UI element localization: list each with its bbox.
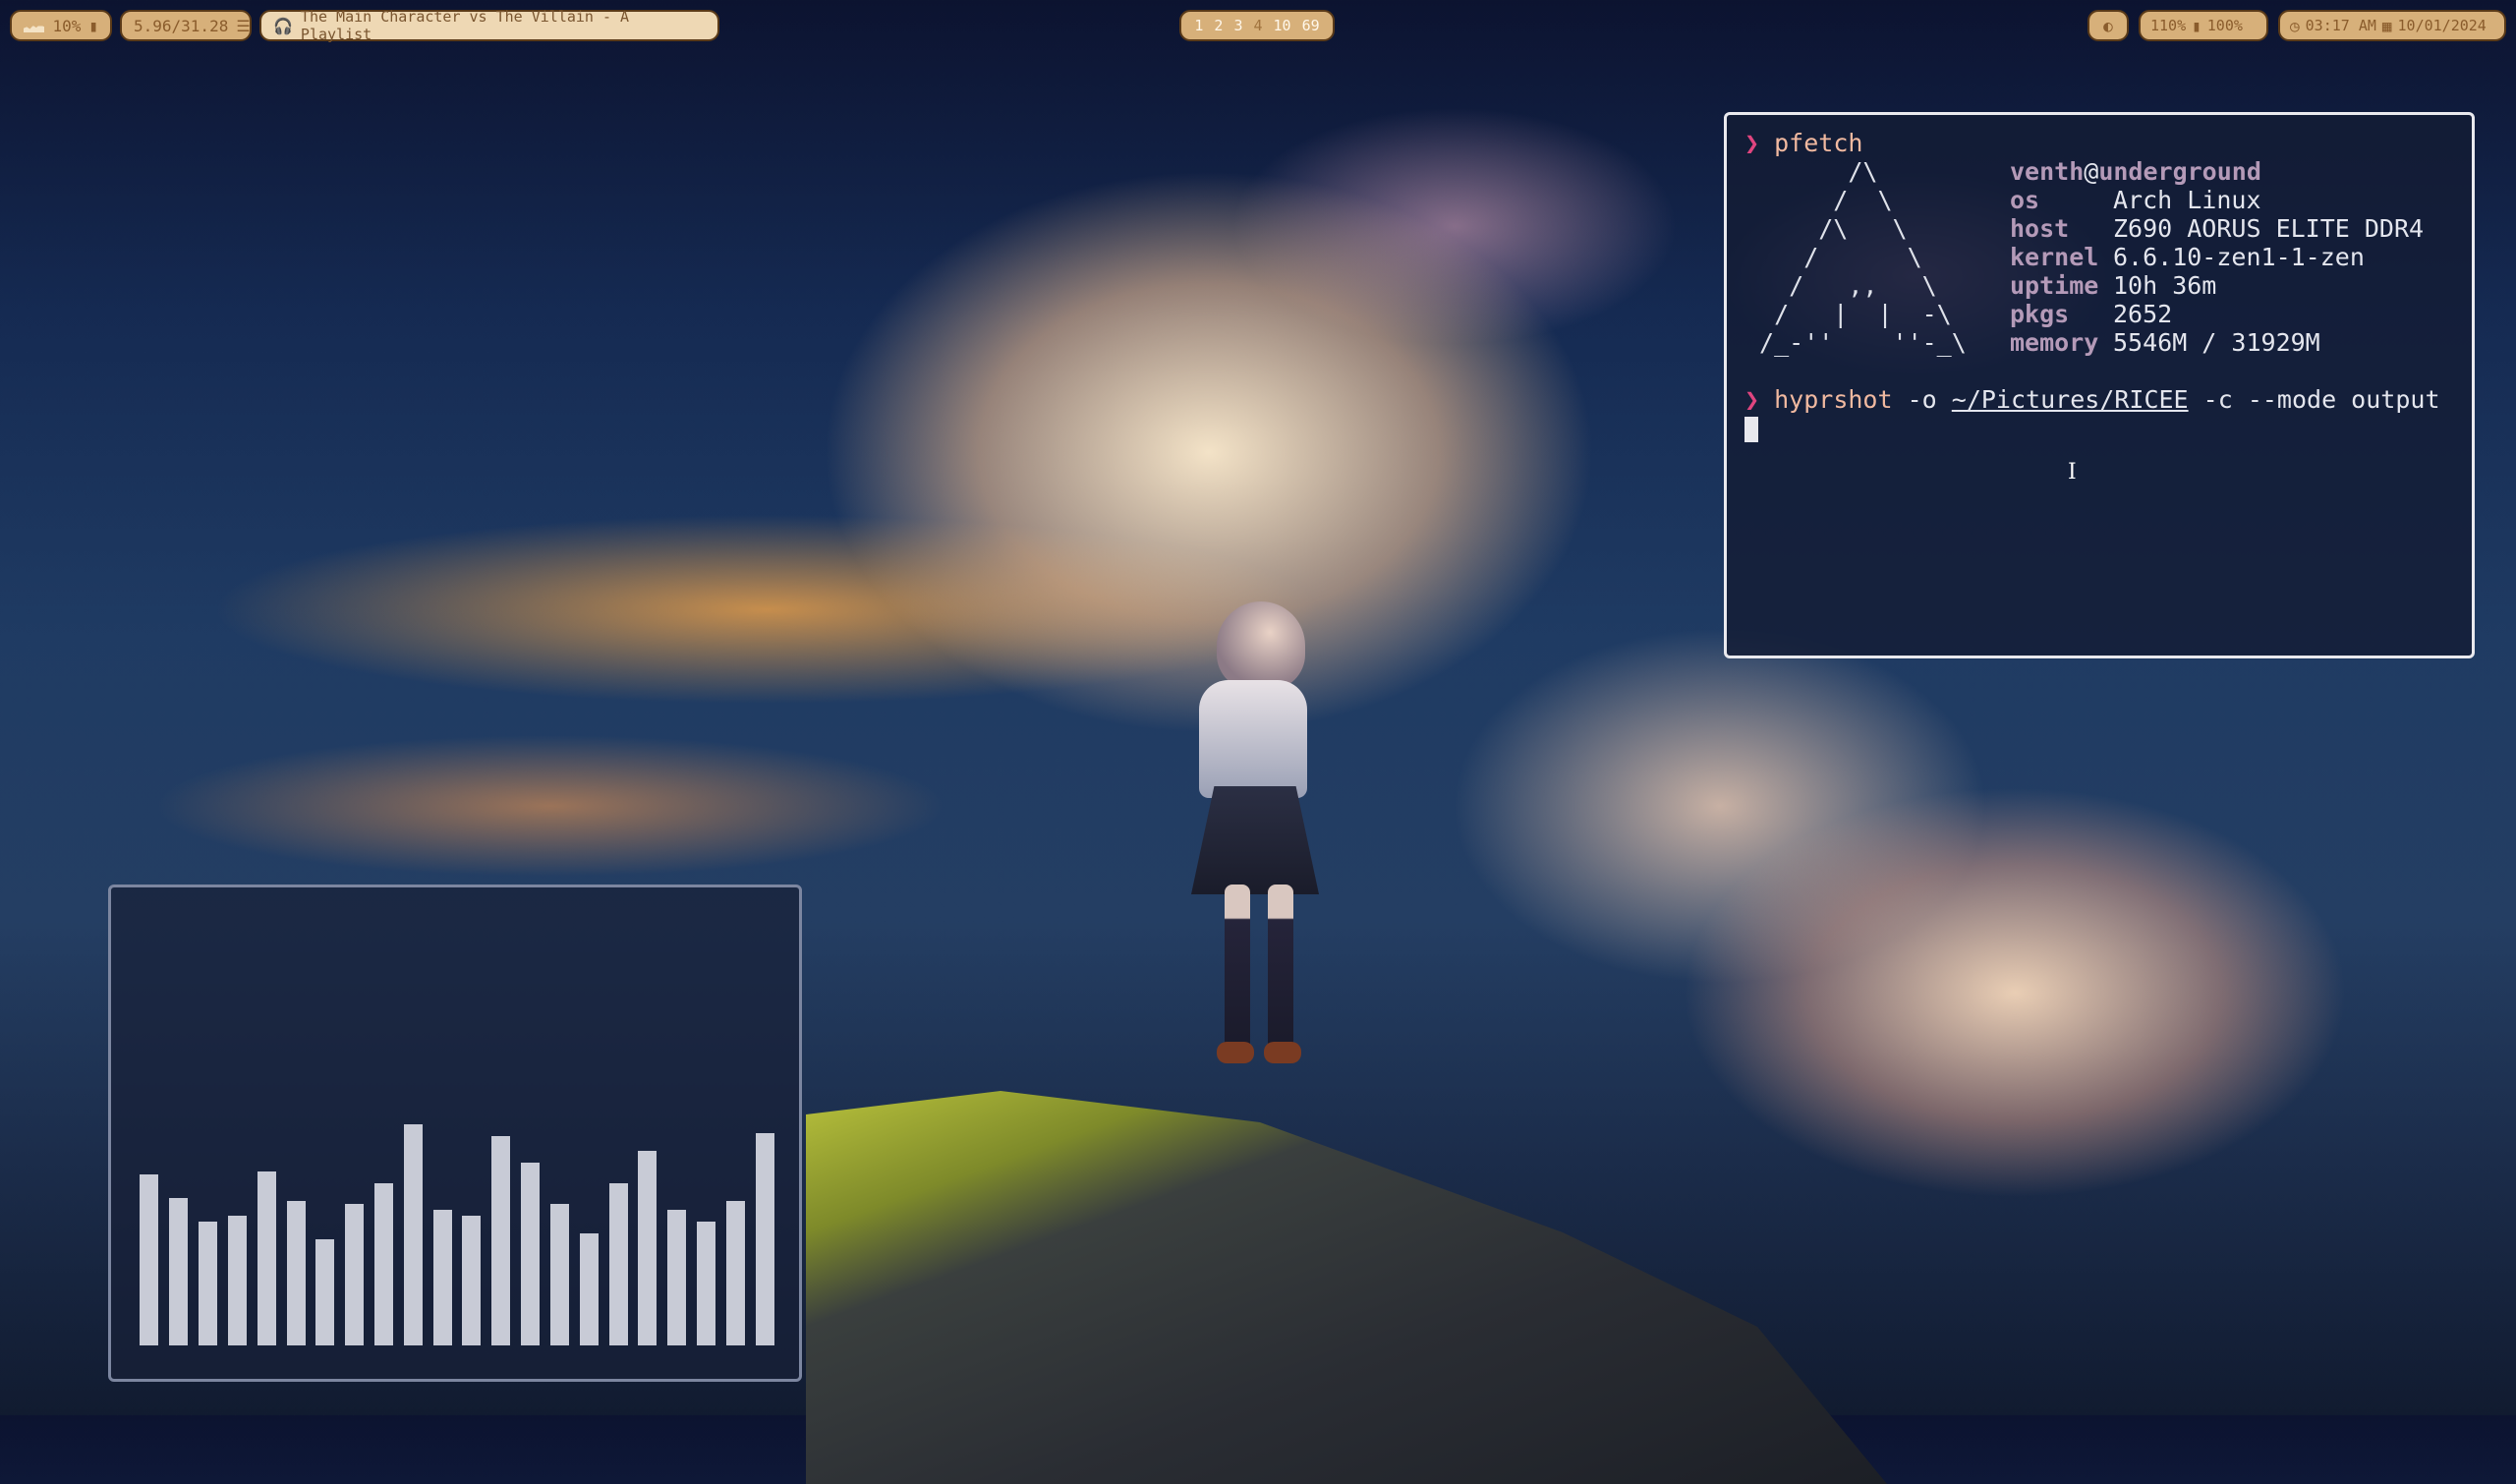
prompt-symbol: ❯ (1744, 129, 1760, 157)
workspace-10[interactable]: 10 (1274, 17, 1291, 34)
visualizer-bar (667, 1210, 686, 1345)
visualizer-bars (135, 1051, 779, 1345)
arch-ascii-logo: /\ / \ /\ \ / \ / ,, \ / | | -\ /_-'' ''… (1744, 157, 1967, 357)
cpu-usage: 10% (52, 16, 82, 35)
visualizer-bar (315, 1239, 334, 1345)
visualizer-bar (228, 1216, 247, 1345)
info-uptime: uptime 10h 36m (2010, 271, 2217, 300)
top-bar: 10% ▮ 5.96/31.28 ☰ 🎧 The Main Character … (0, 0, 2516, 51)
clock-widget[interactable]: ◷ 03:17 AM ▦ 10/01/2024 (2278, 10, 2506, 41)
clock-icon: ◷ (2290, 16, 2300, 35)
workspaces: 1 2 3 4 10 69 (1179, 10, 1335, 41)
command-hyprshot: hyprshot (1774, 385, 1893, 414)
clock-date: 10/01/2024 (2397, 17, 2487, 34)
info-os: os Arch Linux (2010, 186, 2261, 214)
visualizer-bar (638, 1151, 657, 1345)
cpu-widget[interactable]: 10% ▮ (10, 10, 112, 41)
visualizer-bar (140, 1174, 158, 1345)
workspace-1[interactable]: 1 (1194, 17, 1203, 34)
workspace-3[interactable]: 3 (1233, 17, 1242, 34)
info-pkgs: pkgs 2652 (2010, 300, 2173, 328)
visualizer-bar (169, 1198, 188, 1345)
visualizer-bar (345, 1204, 364, 1345)
info-host: host Z690 AORUS ELITE DDR4 (2010, 214, 2425, 243)
memory-icon: ☰ (236, 16, 251, 35)
visualizer-bar (404, 1124, 423, 1345)
battery-icon: ▮ (2192, 16, 2202, 35)
terminal-line-hyprshot: ❯ hyprshot -o ~/Pictures/RICEE -c --mode… (1744, 385, 2440, 414)
wallpaper-character (1170, 590, 1346, 1140)
memory-widget[interactable]: 5.96/31.28 ☰ (120, 10, 252, 41)
media-widget[interactable]: 🎧 The Main Character vs The Villain - A … (259, 8, 719, 43)
visualizer-bar (462, 1216, 481, 1345)
output-path: ~/Pictures/RICEE (1951, 385, 2189, 414)
moon-icon: ◐ (2103, 16, 2113, 35)
cpu-graph-icon (24, 25, 45, 32)
visualizer-bar (756, 1133, 774, 1345)
audio-battery-widget[interactable]: 110% ▮ 100% (2139, 10, 2268, 41)
visualizer-bar (550, 1204, 569, 1345)
media-title: The Main Character vs The Villain - A Pl… (300, 8, 630, 43)
pfetch-output: /\ / \ /\ \ / \ / ,, \ / | | -\ /_-'' ''… (1744, 157, 2472, 357)
info-kernel: kernel 6.6.10-zen1-1-zen (2010, 243, 2365, 271)
visualizer-bar (433, 1210, 452, 1345)
command-pfetch: pfetch (1774, 129, 1863, 157)
info-memory: memory 5546M / 31929M (2010, 328, 2320, 357)
terminal-input-line[interactable] (1744, 414, 2472, 442)
volume-level: 110% (2150, 17, 2187, 34)
visualizer-bar (521, 1163, 540, 1345)
wallpaper-cliff (806, 1091, 1887, 1484)
terminal-line-1: ❯ pfetch (1744, 129, 2472, 157)
visualizer-bar (374, 1183, 393, 1345)
visualizer-bar (287, 1201, 306, 1345)
calendar-icon: ▦ (2381, 16, 2392, 35)
visualizer-bar (726, 1201, 745, 1345)
clock-time: 03:17 AM (2305, 17, 2376, 34)
visualizer-bar (609, 1183, 628, 1345)
mouse-ibeam-cursor-icon: I (2068, 460, 2077, 485)
workspace-69[interactable]: 69 (1302, 17, 1320, 34)
battery-level: 100% (2206, 17, 2243, 34)
system-info: venth@underground os Arch Linux host Z690 … (2010, 157, 2424, 357)
visualizer-bar (257, 1171, 276, 1345)
audio-visualizer-window[interactable] (108, 885, 802, 1382)
user-host: venth@underground (2010, 157, 2261, 186)
visualizer-bar (580, 1233, 599, 1345)
visualizer-bar (491, 1136, 510, 1345)
headphones-icon: 🎧 (273, 16, 293, 35)
power-button[interactable]: ◐ (2087, 10, 2129, 41)
terminal-window[interactable]: ❯ pfetch /\ / \ /\ \ / \ / ,, \ / | | -\… (1724, 112, 2475, 658)
workspace-4-active[interactable]: 4 (1253, 17, 1262, 34)
workspace-2[interactable]: 2 (1214, 17, 1223, 34)
memory-chip-icon: ▮ (88, 16, 98, 35)
visualizer-bar (697, 1222, 715, 1345)
memory-usage: 5.96/31.28 (134, 16, 229, 35)
text-cursor (1744, 417, 1758, 442)
visualizer-bar (199, 1222, 217, 1345)
